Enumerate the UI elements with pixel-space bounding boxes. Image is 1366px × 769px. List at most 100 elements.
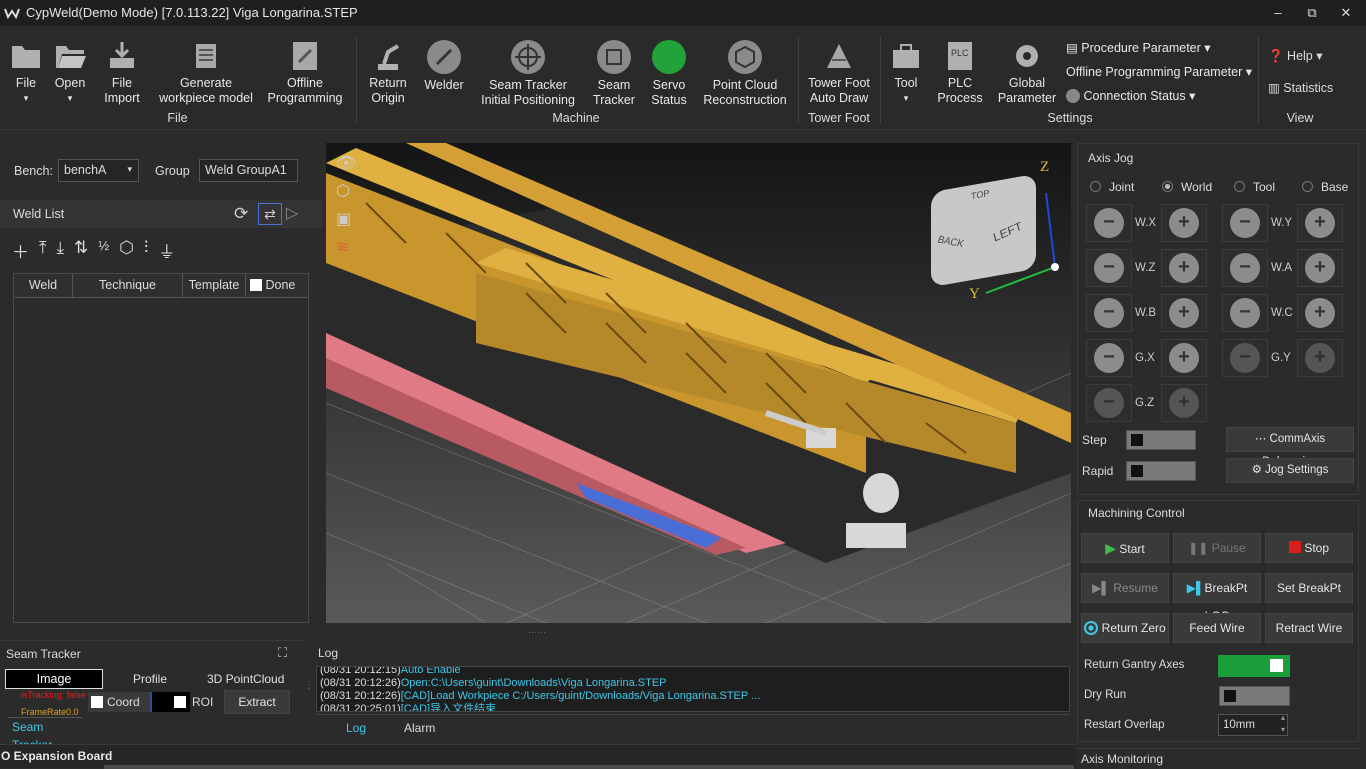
open-button[interactable]: Open ▾ [50, 40, 90, 106]
column-done[interactable]: Done [246, 274, 306, 297]
plus-icon[interactable]: + [1169, 298, 1199, 328]
feed-wire-button[interactable]: Feed Wire [1173, 613, 1261, 643]
extract-button[interactable]: Extract [224, 690, 290, 714]
box-icon[interactable]: ▣ [336, 209, 364, 237]
cube-face-back[interactable]: BACK [936, 234, 965, 250]
minus-icon[interactable]: − [1094, 253, 1124, 283]
dock-scrollbar[interactable] [104, 765, 1074, 769]
plus-icon[interactable]: + [1305, 343, 1335, 373]
swap-icon[interactable]: ⇄ [258, 203, 282, 225]
hexagon-icon[interactable]: ⬡ [119, 238, 134, 262]
generate-model-button[interactable]: Generate workpiece model [156, 40, 256, 106]
coord-checkbox[interactable] [91, 696, 103, 708]
tool-button[interactable]: Tool ▾ [886, 40, 926, 106]
restart-overlap-input[interactable]: 10mm ▴ ▾ [1218, 712, 1288, 736]
move-down-icon[interactable]: ⤓ [57, 238, 65, 262]
file-import-button[interactable]: File Import [94, 40, 150, 106]
add-icon[interactable]: ＋ [12, 238, 29, 262]
plus-icon[interactable]: + [1169, 388, 1199, 418]
connection-status-button[interactable]: Connection Status ▾ [1066, 88, 1195, 103]
set-breakpt-button[interactable]: Set BreakPt [1265, 573, 1353, 603]
spinner-icon[interactable]: ▴ ▾ [1281, 712, 1285, 736]
sliders-icon[interactable]: ⫶ [144, 238, 148, 262]
filter-icon[interactable]: ⏚ [158, 238, 175, 262]
splitter-handle[interactable]: ⋮ [304, 680, 314, 700]
minus-icon[interactable]: − [1094, 208, 1124, 238]
rapid-toggle[interactable] [1126, 461, 1196, 481]
axis-monitoring-header[interactable]: Axis Monitoring [1077, 748, 1359, 768]
seam-tracker-init-button[interactable]: Seam Tracker Initial Positioning [472, 40, 584, 108]
half-icon[interactable]: ½ [98, 238, 109, 262]
minus-icon[interactable]: − [1230, 298, 1260, 328]
step-toggle[interactable] [1126, 430, 1196, 450]
help-button[interactable]: ❓ Help ▾ [1268, 48, 1323, 64]
minus-icon[interactable]: − [1230, 343, 1260, 373]
breakpt-loc-button[interactable]: ▶▌BreakPt LOC [1173, 573, 1261, 623]
sort-icon[interactable]: ⇅ [74, 238, 88, 262]
stop-button[interactable]: Stop [1265, 533, 1353, 563]
offline-parameter-button[interactable]: Offline Programming Parameter ▾ [1066, 64, 1252, 79]
plus-icon[interactable]: + [1305, 253, 1335, 283]
maximize-button[interactable]: ⧉ [1302, 3, 1322, 23]
column-template[interactable]: Template [183, 274, 246, 297]
radio-joint[interactable]: Joint [1090, 180, 1134, 194]
tab-seam-tracker-bottom[interactable]: Seam Tracker [8, 717, 82, 752]
column-technique[interactable]: Technique [73, 274, 183, 297]
dry-run-toggle[interactable] [1219, 686, 1290, 706]
viewport-resize-handle[interactable]: ⋯⋯ [528, 627, 546, 638]
retract-wire-button[interactable]: Retract Wire [1265, 613, 1353, 643]
tab-log[interactable]: Log [346, 721, 366, 735]
procedure-parameter-button[interactable]: ▤ Procedure Parameter ▾ [1066, 40, 1211, 55]
offline-programming-button[interactable]: Offline Programming [262, 40, 348, 106]
group-select[interactable]: Weld GroupA1 [199, 159, 298, 182]
roi-toggle[interactable]: ROI [174, 692, 224, 712]
return-gantry-toggle[interactable] [1218, 655, 1290, 677]
minus-icon[interactable]: − [1094, 343, 1124, 373]
radio-world[interactable]: World [1162, 180, 1212, 194]
eye-icon[interactable]: 👁 [336, 153, 364, 181]
done-checkbox[interactable] [250, 279, 262, 291]
plus-icon[interactable]: + [1305, 208, 1335, 238]
plus-icon[interactable]: + [1169, 208, 1199, 238]
close-button[interactable]: ✕ [1336, 3, 1356, 23]
minus-icon[interactable]: − [1230, 208, 1260, 238]
statistics-button[interactable]: ▥ Statistics [1268, 80, 1333, 95]
return-origin-button[interactable]: Return Origin [362, 40, 414, 106]
start-button[interactable]: ▶ Start [1081, 533, 1169, 563]
minus-icon[interactable]: − [1094, 298, 1124, 328]
resume-button[interactable]: ▶▌ Resume [1081, 573, 1169, 603]
plc-process-button[interactable]: PLC PLC Process [932, 40, 988, 106]
global-parameter-button[interactable]: Global Parameter [996, 40, 1058, 106]
move-up-icon[interactable]: ⤒ [39, 238, 47, 262]
plus-icon[interactable]: + [1305, 298, 1335, 328]
refresh-icon[interactable]: ⟳ [234, 204, 248, 224]
return-zero-button[interactable]: Return Zero [1081, 613, 1169, 643]
tab-alarm[interactable]: Alarm [404, 721, 435, 735]
roi-checkbox[interactable] [174, 696, 186, 708]
minus-icon[interactable]: − [1094, 388, 1124, 418]
3d-viewport[interactable]: 👁 ⬡ ▣ ≋ BACK LEFT TOP Z Y [326, 143, 1071, 623]
radio-base[interactable]: Base [1302, 180, 1348, 194]
bench-select[interactable]: benchA ▾ [58, 159, 139, 182]
coord-toggle[interactable]: Coord [88, 692, 150, 712]
welder-button[interactable]: Welder [420, 40, 468, 93]
column-weld[interactable]: Weld [14, 274, 73, 297]
tab-profile[interactable]: Profile [133, 672, 167, 686]
path-icon[interactable]: ≋ [336, 237, 364, 265]
expansion-board-tab[interactable]: O Expansion Board [1, 749, 112, 763]
tab-image[interactable]: Image [5, 669, 103, 689]
cube-view-icon[interactable]: ⬡ [336, 181, 364, 209]
plus-icon[interactable]: + [1169, 253, 1199, 283]
seam-tracker-button[interactable]: Seam Tracker [590, 40, 638, 108]
expand-icon[interactable]: ⛶ [278, 645, 287, 661]
pause-button[interactable]: ❚❚ Pause [1173, 533, 1261, 563]
comm-axis-debugging-button[interactable]: ⋯ CommAxis Debugging [1226, 427, 1354, 468]
point-cloud-button[interactable]: Point Cloud Reconstruction [700, 40, 790, 108]
minimize-button[interactable]: – [1268, 3, 1288, 23]
play-icon[interactable]: ▷ [286, 203, 298, 223]
minus-icon[interactable]: − [1230, 253, 1260, 283]
jog-settings-button[interactable]: ⚙ Jog Settings [1226, 458, 1354, 483]
tab-3d-pointcloud[interactable]: 3D PointCloud [207, 672, 284, 686]
radio-tool[interactable]: Tool [1234, 180, 1275, 194]
file-button[interactable]: File ▾ [6, 40, 46, 106]
